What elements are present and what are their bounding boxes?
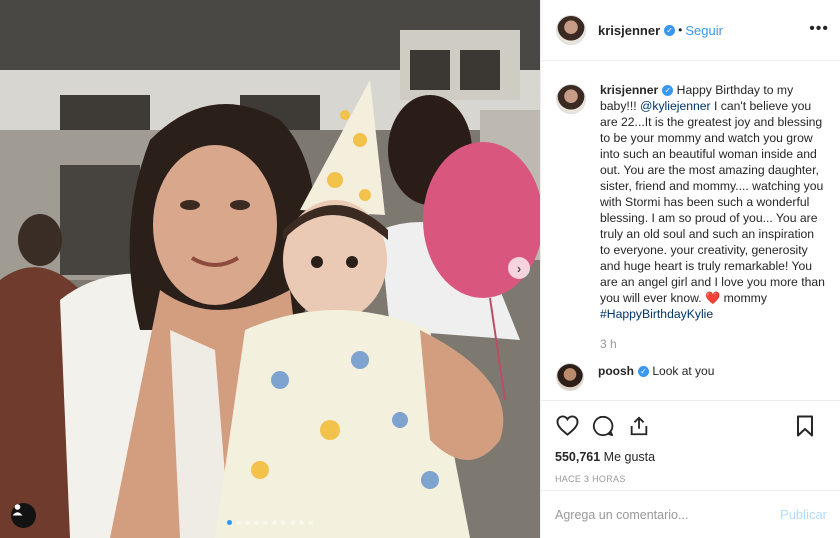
carousel-dot bbox=[299, 520, 304, 525]
header-username[interactable]: krisjenner bbox=[598, 23, 660, 38]
caption-username[interactable]: krisjenner bbox=[600, 83, 658, 97]
add-comment-bar: Agrega un comentario... Publicar bbox=[541, 490, 840, 538]
post-photo[interactable]: › bbox=[0, 0, 540, 538]
carousel-dot bbox=[263, 520, 268, 525]
post-side-panel: krisjenner ✓ • Seguir ••• krisjenner ✓ Ha… bbox=[540, 0, 840, 538]
heart-emoji: ❤️ bbox=[705, 291, 721, 305]
carousel-dot bbox=[281, 520, 286, 525]
heart-icon bbox=[556, 415, 578, 436]
avatar[interactable] bbox=[556, 84, 586, 114]
like-button[interactable] bbox=[555, 414, 579, 438]
carousel-dot bbox=[236, 520, 241, 525]
user-tag-icon bbox=[12, 504, 23, 516]
verified-icon: ✓ bbox=[662, 85, 674, 97]
caption-end: mommy bbox=[723, 291, 767, 305]
hashtag-link[interactable]: #HappyBirthdayKylie bbox=[600, 307, 713, 321]
action-icon-row bbox=[541, 401, 840, 450]
follow-button[interactable]: Seguir bbox=[685, 23, 723, 38]
comment-item: poosh ✓ Look at you bbox=[556, 363, 825, 391]
bookmark-icon bbox=[797, 415, 813, 437]
post-header: krisjenner ✓ • Seguir ••• bbox=[541, 0, 840, 61]
carousel-indicator bbox=[0, 520, 540, 525]
comments-list[interactable]: krisjenner ✓ Happy Birthday to my baby!!!… bbox=[541, 62, 840, 400]
post-actions: 550,761 Me gusta HACE 3 HORAS bbox=[541, 400, 840, 484]
caption-text: krisjenner ✓ Happy Birthday to my baby!!!… bbox=[600, 82, 825, 322]
caption-time: 3 h bbox=[600, 337, 617, 351]
carousel-dot bbox=[290, 520, 295, 525]
post-timestamp[interactable]: HACE 3 HORAS bbox=[541, 474, 840, 484]
separator-dot: • bbox=[678, 23, 683, 37]
instagram-post-modal: › krisjenner ✓ • Seguir ••• krisjenner ✓… bbox=[0, 0, 840, 538]
verified-icon: ✓ bbox=[638, 366, 649, 378]
comment-icon bbox=[592, 415, 614, 436]
likes-label: Me gusta bbox=[603, 450, 656, 464]
comment-text: poosh ✓ Look at you bbox=[598, 363, 714, 391]
mention-link[interactable]: @kyliejenner bbox=[640, 99, 711, 113]
more-icon[interactable]: ••• bbox=[809, 21, 829, 37]
comment-button[interactable] bbox=[591, 414, 615, 438]
likes-count[interactable]: 550,761 Me gusta bbox=[541, 450, 840, 464]
caption: krisjenner ✓ Happy Birthday to my baby!!!… bbox=[556, 82, 825, 351]
caption-body-text: I can't believe you are 22...It is the g… bbox=[600, 99, 825, 305]
likes-number: 550,761 bbox=[555, 450, 601, 464]
next-photo-button[interactable]: › bbox=[508, 257, 530, 279]
caption-body: krisjenner ✓ Happy Birthday to my baby!!!… bbox=[600, 82, 825, 351]
comment-body: Look at you bbox=[652, 364, 715, 378]
verified-icon: ✓ bbox=[664, 24, 676, 36]
save-button[interactable] bbox=[793, 414, 817, 438]
carousel-dot bbox=[308, 520, 313, 525]
comment-input[interactable]: Agrega un comentario... bbox=[555, 508, 688, 522]
carousel-dot bbox=[272, 520, 277, 525]
carousel-dot bbox=[227, 520, 232, 525]
publish-button[interactable]: Publicar bbox=[780, 507, 827, 522]
avatar[interactable] bbox=[556, 15, 586, 45]
share-icon bbox=[630, 415, 648, 435]
chevron-right-icon: › bbox=[516, 260, 522, 276]
comment-username[interactable]: poosh bbox=[598, 364, 634, 378]
photo-illustration bbox=[0, 0, 540, 538]
carousel-dot bbox=[254, 520, 259, 525]
avatar[interactable] bbox=[556, 363, 584, 391]
share-button[interactable] bbox=[627, 414, 651, 438]
carousel-dot bbox=[245, 520, 250, 525]
